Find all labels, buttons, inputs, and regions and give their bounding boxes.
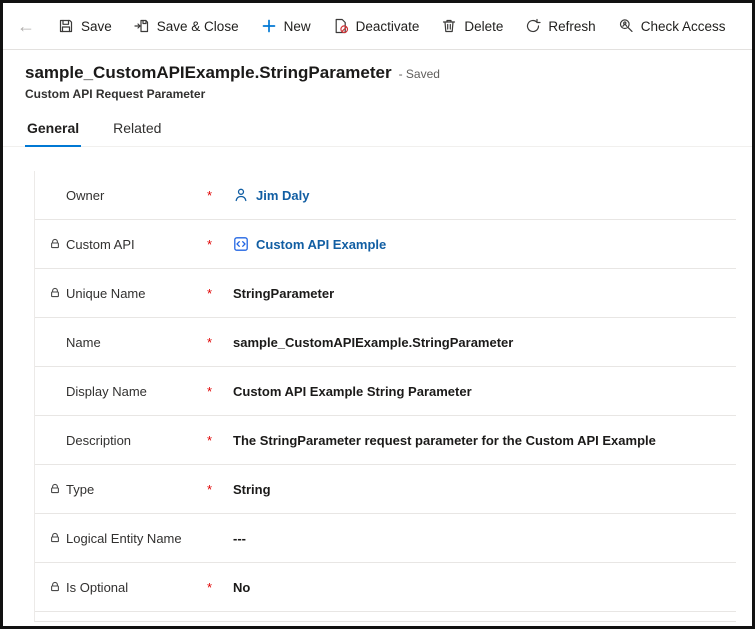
tab-general[interactable]: General [25, 120, 81, 147]
page-title: sample_CustomAPIExample.StringParameter [25, 63, 392, 83]
save-label: Save [81, 19, 112, 34]
refresh-icon [525, 18, 541, 34]
check-access-label: Check Access [641, 19, 726, 34]
custom-api-lookup-link[interactable]: Custom API Example [233, 236, 386, 252]
field-label: Unique Name [66, 286, 207, 301]
tab-strip: General Related [3, 120, 752, 147]
field-label: Display Name [66, 384, 207, 399]
field-label: Name [66, 335, 207, 350]
field-label: Owner [66, 188, 207, 203]
delete-icon [441, 18, 457, 34]
field-value: No [233, 580, 250, 595]
custom-api-icon [233, 236, 249, 252]
field-value[interactable]: Custom API Example String Parameter [233, 384, 472, 399]
lock-icon [49, 238, 66, 250]
required-marker: * [207, 188, 233, 203]
required-marker: * [207, 482, 233, 497]
field-row-display-name: Display Name * Custom API Example String… [35, 367, 736, 416]
app-window: ← Save Save & Close New Deactivate [0, 0, 755, 629]
field-row-unique-name: Unique Name * StringParameter [35, 269, 736, 318]
delete-button[interactable]: Delete [430, 3, 514, 49]
required-marker: * [207, 286, 233, 301]
general-form-section: Owner * Jim Daly Custom API * Custom API… [34, 171, 736, 622]
save-button[interactable]: Save [47, 3, 123, 49]
lock-icon [49, 581, 66, 593]
save-status: - Saved [399, 67, 440, 81]
deactivate-button[interactable]: Deactivate [322, 3, 431, 49]
field-row-type: Type * String [35, 465, 736, 514]
entity-type-subtitle: Custom API Request Parameter [25, 87, 752, 101]
field-value: StringParameter [233, 286, 334, 301]
back-button[interactable]: ← [17, 17, 35, 35]
tab-related[interactable]: Related [111, 120, 163, 146]
field-value: String [233, 482, 271, 497]
command-bar: ← Save Save & Close New Deactivate [3, 3, 752, 50]
field-label: Is Optional [66, 580, 207, 595]
owner-name: Jim Daly [256, 188, 309, 203]
refresh-label: Refresh [548, 19, 595, 34]
field-row-description: Description * The StringParameter reques… [35, 416, 736, 465]
custom-api-name: Custom API Example [256, 237, 386, 252]
required-marker: * [207, 237, 233, 252]
field-label: Description [66, 433, 207, 448]
required-marker: * [207, 433, 233, 448]
field-label: Type [66, 482, 207, 497]
required-marker: * [207, 384, 233, 399]
refresh-button[interactable]: Refresh [514, 3, 606, 49]
plus-icon [261, 18, 277, 34]
delete-label: Delete [464, 19, 503, 34]
lock-icon [49, 483, 66, 495]
field-value[interactable]: sample_CustomAPIExample.StringParameter [233, 335, 513, 350]
field-row-name: Name * sample_CustomAPIExample.StringPar… [35, 318, 736, 367]
field-row-is-optional: Is Optional * No [35, 563, 736, 612]
required-marker: * [207, 335, 233, 350]
field-value[interactable]: The StringParameter request parameter fo… [233, 433, 656, 448]
owner-lookup-link[interactable]: Jim Daly [233, 187, 309, 203]
lock-icon [49, 532, 66, 544]
deactivate-icon [333, 18, 349, 34]
required-marker: * [207, 580, 233, 595]
save-and-close-icon [134, 18, 150, 34]
field-label: Logical Entity Name [66, 531, 207, 546]
field-label: Custom API [66, 237, 207, 252]
deactivate-label: Deactivate [356, 19, 420, 34]
save-icon [58, 18, 74, 34]
back-arrow-icon: ← [17, 16, 35, 36]
save-and-close-label: Save & Close [157, 19, 239, 34]
new-button[interactable]: New [250, 3, 322, 49]
check-access-icon [618, 18, 634, 34]
lock-icon [49, 287, 66, 299]
field-value: --- [233, 531, 246, 546]
check-access-button[interactable]: Check Access [607, 3, 737, 49]
record-header: sample_CustomAPIExample.StringParameter … [3, 50, 752, 101]
field-row-owner: Owner * Jim Daly [35, 171, 736, 220]
new-label: New [284, 19, 311, 34]
field-row-custom-api: Custom API * Custom API Example [35, 220, 736, 269]
person-icon [233, 187, 249, 203]
save-and-close-button[interactable]: Save & Close [123, 3, 250, 49]
field-row-logical-entity-name: Logical Entity Name --- [35, 514, 736, 563]
